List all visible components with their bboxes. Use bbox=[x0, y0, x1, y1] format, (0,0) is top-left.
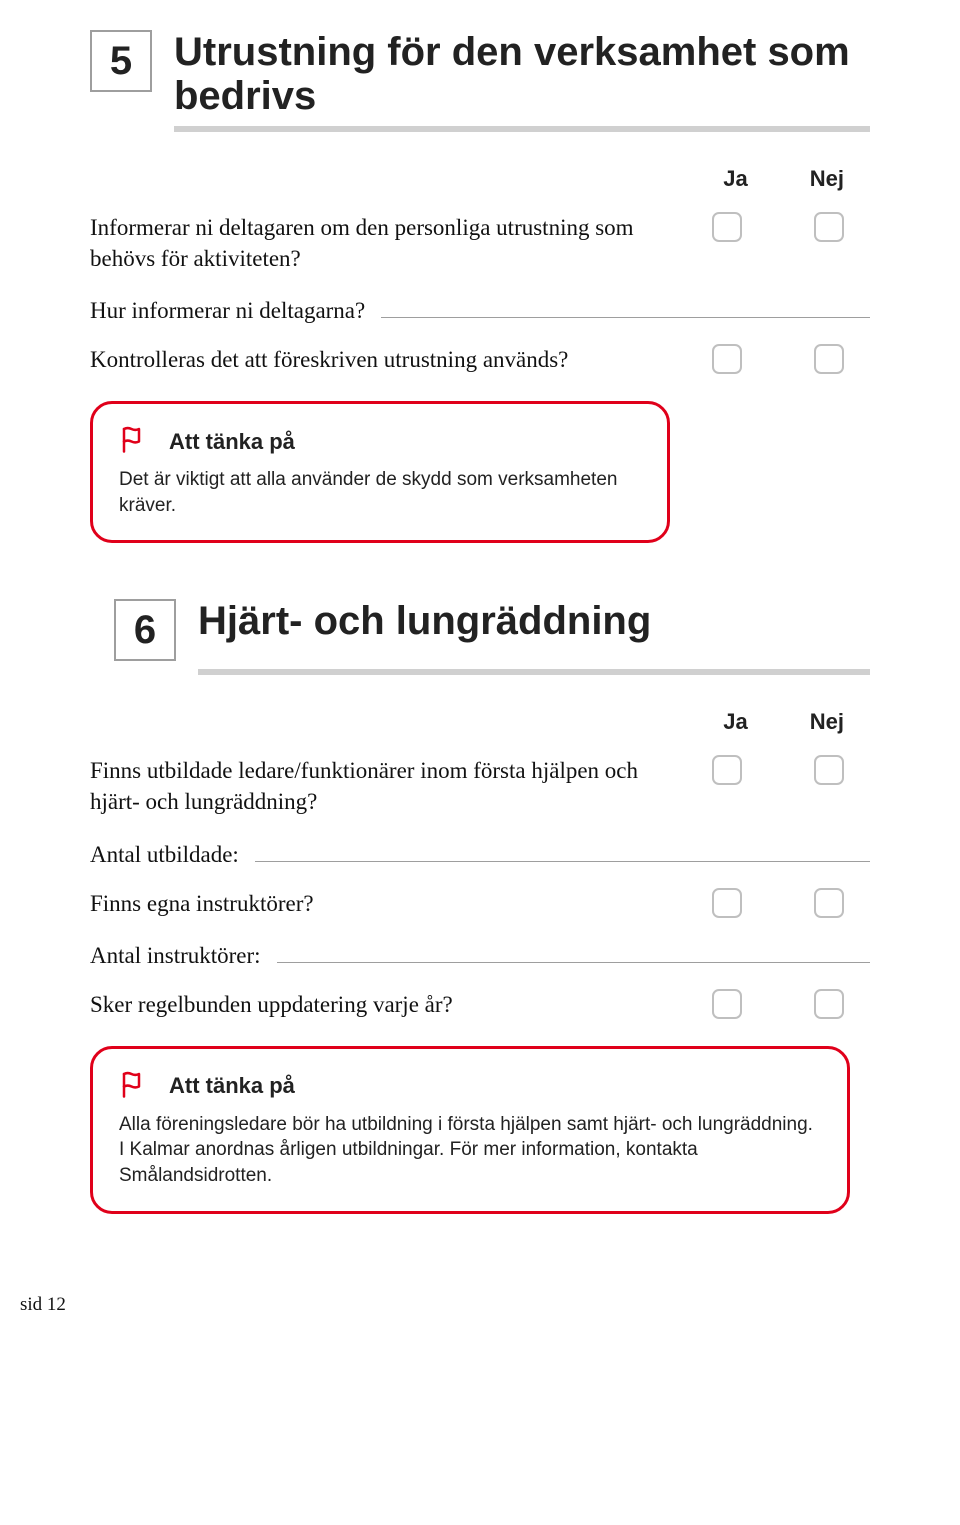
section-6-underline bbox=[198, 669, 870, 675]
s6-q3-text: Finns egna instruktörer? bbox=[90, 888, 692, 919]
page-number: sid 12 bbox=[20, 1294, 870, 1316]
s5-q2-label: Hur informerar ni deltagarna? bbox=[90, 298, 365, 324]
s6-callout-body: Alla föreningsledare bör ha utbildning i… bbox=[119, 1112, 821, 1189]
s6-q1-text: Finns utbildade ledare/funktionärer inom… bbox=[90, 755, 692, 817]
s5-q1-row: Informerar ni deltagaren om den personli… bbox=[90, 212, 870, 274]
col-header-ja: Ja bbox=[723, 166, 747, 192]
section-5-underline bbox=[174, 126, 870, 132]
s5-q3-checks bbox=[712, 344, 870, 374]
section-5-header: 5 Utrustning för den verksamhet som bedr… bbox=[90, 30, 870, 118]
s6-q1-nej-checkbox[interactable] bbox=[814, 755, 844, 785]
section-5-title: Utrustning för den verksamhet som bedriv… bbox=[174, 30, 870, 118]
s5-q1-checks bbox=[712, 212, 870, 242]
s6-q2-label: Antal utbildade: bbox=[90, 842, 239, 868]
s6-q5-row: Sker regelbunden uppdatering varje år? bbox=[90, 989, 870, 1020]
section-5-number: 5 bbox=[90, 30, 152, 92]
s6-q4-row: Antal instruktörer: bbox=[90, 939, 870, 969]
s6-q1-checks bbox=[712, 755, 870, 785]
col-header-nej: Nej bbox=[810, 166, 844, 192]
s5-q2-input-line[interactable] bbox=[381, 294, 870, 318]
col-header-ja-6: Ja bbox=[723, 709, 747, 735]
flag-icon bbox=[119, 424, 149, 459]
s6-q4-label: Antal instruktörer: bbox=[90, 943, 261, 969]
s5-q1-text: Informerar ni deltagaren om den personli… bbox=[90, 212, 692, 274]
s5-callout-head: Att tänka på bbox=[119, 424, 641, 459]
s6-q5-nej-checkbox[interactable] bbox=[814, 989, 844, 1019]
s6-q5-ja-checkbox[interactable] bbox=[712, 989, 742, 1019]
s6-callout-head: Att tänka på bbox=[119, 1069, 821, 1104]
s6-q3-ja-checkbox[interactable] bbox=[712, 888, 742, 918]
s5-callout-title: Att tänka på bbox=[169, 429, 295, 455]
s6-q1-row: Finns utbildade ledare/funktionärer inom… bbox=[90, 755, 870, 817]
s5-q3-nej-checkbox[interactable] bbox=[814, 344, 844, 374]
column-headers: Ja Nej bbox=[90, 166, 870, 192]
s6-q5-checks bbox=[712, 989, 870, 1019]
s6-q3-checks bbox=[712, 888, 870, 918]
s6-q2-input-line[interactable] bbox=[255, 838, 870, 862]
s6-q2-row: Antal utbildade: bbox=[90, 838, 870, 868]
section-6-header: 6 Hjärt- och lungräddning bbox=[114, 599, 870, 661]
col-header-nej-6: Nej bbox=[810, 709, 844, 735]
section-6-number: 6 bbox=[114, 599, 176, 661]
s6-q5-text: Sker regelbunden uppdatering varje år? bbox=[90, 989, 692, 1020]
s6-q3-nej-checkbox[interactable] bbox=[814, 888, 844, 918]
s5-q2-row: Hur informerar ni deltagarna? bbox=[90, 294, 870, 324]
s5-q1-ja-checkbox[interactable] bbox=[712, 212, 742, 242]
s5-q1-nej-checkbox[interactable] bbox=[814, 212, 844, 242]
s5-callout: Att tänka på Det är viktigt att alla anv… bbox=[90, 401, 670, 543]
section-6-title: Hjärt- och lungräddning bbox=[198, 599, 651, 643]
flag-icon bbox=[119, 1069, 149, 1104]
s6-q3-row: Finns egna instruktörer? bbox=[90, 888, 870, 919]
s6-q1-ja-checkbox[interactable] bbox=[712, 755, 742, 785]
s6-q4-input-line[interactable] bbox=[277, 939, 870, 963]
column-headers-6: Ja Nej bbox=[90, 709, 870, 735]
s5-q3-text: Kontrolleras det att föreskriven utrustn… bbox=[90, 344, 692, 375]
s5-q3-ja-checkbox[interactable] bbox=[712, 344, 742, 374]
s5-callout-body: Det är viktigt att alla använder de skyd… bbox=[119, 467, 641, 518]
s5-q3-row: Kontrolleras det att föreskriven utrustn… bbox=[90, 344, 870, 375]
s6-callout: Att tänka på Alla föreningsledare bör ha… bbox=[90, 1046, 850, 1214]
s6-callout-title: Att tänka på bbox=[169, 1073, 295, 1099]
